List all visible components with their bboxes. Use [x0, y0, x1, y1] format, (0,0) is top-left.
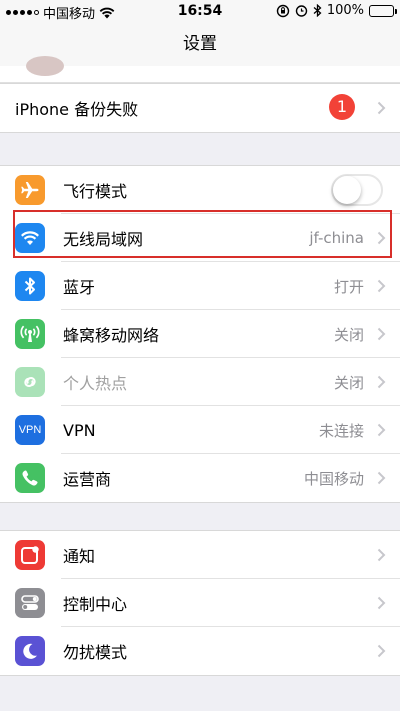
lock-rotation-icon — [276, 4, 290, 17]
bluetooth-row[interactable]: 蓝牙 打开 — [0, 262, 400, 310]
toggle-knob — [333, 176, 361, 204]
control-center-icon — [15, 588, 45, 618]
notifications-row[interactable]: 通知 — [0, 531, 400, 579]
notifications-label: 通知 — [63, 547, 96, 566]
carrier-label: 运营商 — [63, 470, 112, 489]
bluetooth-icon — [15, 271, 45, 301]
profile-row-peek[interactable] — [0, 56, 400, 83]
vpn-value: 未连接 — [318, 421, 364, 440]
do-not-disturb-row[interactable]: 勿扰模式 — [0, 627, 400, 675]
chevron-right-icon — [377, 423, 386, 437]
hotspot-value: 关闭 — [333, 373, 364, 392]
bluetooth-value: 打开 — [333, 277, 364, 296]
chevron-right-icon — [377, 548, 386, 562]
chevron-right-icon — [377, 644, 386, 658]
wifi-row[interactable]: 无线局域网 jf-china — [0, 214, 400, 262]
airplane-mode-toggle[interactable] — [331, 174, 383, 206]
chevron-right-icon — [377, 327, 386, 341]
airplane-mode-label: 飞行模式 — [63, 182, 128, 201]
wifi-icon — [15, 223, 45, 253]
vpn-icon: VPN — [15, 415, 45, 445]
carrier-value: 中国移动 — [303, 469, 364, 488]
carrier-row[interactable]: 运营商 中国移动 — [0, 454, 400, 502]
backup-failed-row[interactable]: iPhone 备份失败 1 — [0, 84, 400, 132]
battery-percent: 100% — [326, 3, 364, 18]
bluetooth-status-icon — [313, 4, 322, 17]
status-bar: 中国移动 16:54 100% — [0, 0, 400, 22]
notification-icon — [15, 540, 45, 570]
hotspot-row[interactable]: 个人热点 关闭 — [0, 358, 400, 406]
cellular-row[interactable]: 蜂窝移动网络 关闭 — [0, 310, 400, 358]
page-title: 设置 — [183, 34, 217, 54]
chevron-right-icon — [377, 279, 386, 293]
phone-icon — [15, 463, 45, 493]
chevron-right-icon — [377, 375, 386, 389]
chevron-right-icon — [377, 596, 386, 610]
vpn-label: VPN — [63, 420, 96, 440]
chevron-right-icon — [377, 471, 386, 485]
avatar — [26, 56, 64, 76]
hotspot-label: 个人热点 — [63, 374, 128, 393]
alarm-icon — [295, 5, 308, 17]
antenna-icon — [15, 319, 45, 349]
backup-failed-label: iPhone 备份失败 — [15, 100, 139, 119]
cellular-label: 蜂窝移动网络 — [63, 326, 160, 345]
vpn-row[interactable]: VPN VPN 未连接 — [0, 406, 400, 454]
chevron-right-icon — [377, 101, 386, 115]
battery-icon — [369, 4, 397, 17]
airplane-icon — [15, 175, 45, 205]
moon-icon — [15, 636, 45, 666]
wifi-label: 无线局域网 — [63, 230, 144, 249]
bluetooth-label: 蓝牙 — [63, 278, 96, 297]
chevron-right-icon — [377, 231, 386, 245]
airplane-mode-row[interactable]: 飞行模式 — [0, 166, 400, 214]
cellular-value: 关闭 — [333, 325, 364, 344]
backup-group: iPhone 备份失败 1 — [0, 83, 400, 133]
wifi-network-value: jf-china — [309, 229, 364, 247]
control-center-row[interactable]: 控制中心 — [0, 579, 400, 627]
network-settings-group: 飞行模式 无线局域网 jf-china 蓝牙 打开 蜂窝移动网络 关闭 个人热点… — [0, 165, 400, 503]
do-not-disturb-label: 勿扰模式 — [63, 643, 128, 662]
hotspot-icon — [15, 367, 45, 397]
control-center-label: 控制中心 — [63, 595, 128, 614]
notification-badge: 1 — [329, 94, 355, 120]
system-settings-group: 通知 控制中心 勿扰模式 — [0, 530, 400, 676]
